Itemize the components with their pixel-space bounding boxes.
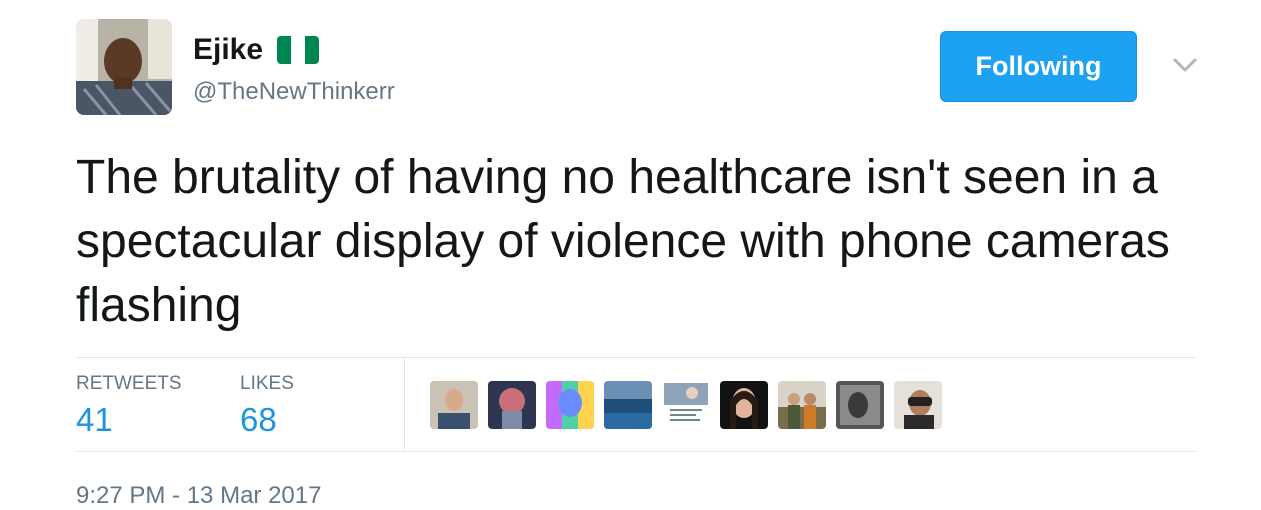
retweets-count[interactable]: 41 <box>76 400 182 440</box>
flag-stripe-left <box>277 36 292 64</box>
tweet-text: The brutality of having no healthcare is… <box>76 151 1170 332</box>
chevron-down-icon[interactable] <box>1170 52 1200 78</box>
liker-avatar[interactable] <box>720 381 768 429</box>
tweet-timestamp[interactable]: 9:27 PM - 13 Mar 2017 <box>76 482 321 510</box>
liker-avatar[interactable] <box>894 381 942 429</box>
author-name-row: Ejike <box>193 32 320 68</box>
liker-avatar[interactable] <box>488 381 536 429</box>
stats-bottom-divider <box>76 451 1196 452</box>
retweets-label: RETWEETS <box>76 373 182 394</box>
stats-vertical-divider <box>404 358 405 451</box>
liker-avatar[interactable] <box>836 381 884 429</box>
author-avatar[interactable] <box>76 19 172 115</box>
liker-avatar[interactable] <box>430 381 478 429</box>
liker-avatar[interactable] <box>778 381 826 429</box>
flag-stripe-right <box>305 36 320 64</box>
likes-stat[interactable]: LIKES 68 <box>240 373 294 440</box>
flag-stripe-middle <box>291 36 306 64</box>
likes-count[interactable]: 68 <box>240 400 294 440</box>
liker-avatars <box>430 381 952 429</box>
liker-avatar[interactable] <box>604 381 652 429</box>
author-display-name[interactable]: Ejike <box>193 32 263 68</box>
retweets-stat[interactable]: RETWEETS 41 <box>76 373 182 440</box>
following-button[interactable]: Following <box>940 31 1137 102</box>
author-avatar-image <box>76 19 172 115</box>
nigeria-flag-icon <box>277 36 320 64</box>
liker-avatar[interactable] <box>546 381 594 429</box>
liker-avatar[interactable] <box>662 381 710 429</box>
likes-label: LIKES <box>240 373 294 394</box>
author-handle[interactable]: @TheNewThinkerr <box>193 78 395 106</box>
stats-top-divider <box>76 357 1196 358</box>
